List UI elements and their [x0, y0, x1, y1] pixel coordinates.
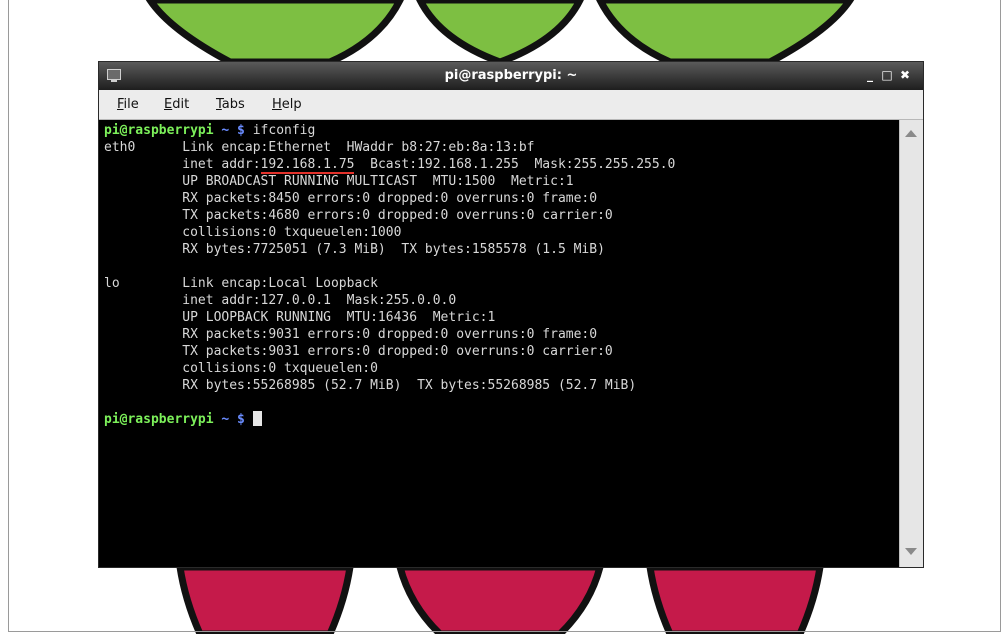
prompt-path: ~ $	[221, 412, 245, 427]
window-titlebar[interactable]: pi@raspberrypi: ~ _ □ ✖	[99, 62, 923, 90]
menu-tabs[interactable]: Tabs	[216, 97, 245, 112]
output-line: TX packets:4680 errors:0 dropped:0 overr…	[104, 208, 613, 223]
output-line: lo Link encap:Local Loopback	[104, 276, 378, 291]
close-button[interactable]: ✖	[898, 68, 912, 82]
output-line: inet addr:127.0.0.1 Mask:255.0.0.0	[104, 293, 457, 308]
menu-edit-mnemonic: E	[164, 97, 173, 112]
window-title: pi@raspberrypi: ~	[444, 68, 578, 83]
terminal-window[interactable]: pi@raspberrypi: ~ _ □ ✖ File Edit Tabs H…	[99, 62, 923, 567]
prompt-path: ~ $	[221, 123, 245, 138]
output-line: RX bytes:55268985 (52.7 MiB) TX bytes:55…	[104, 378, 637, 393]
output-line: eth0 Link encap:Ethernet HWaddr b8:27:eb…	[104, 140, 535, 155]
menu-tabs-label: abs	[221, 97, 245, 112]
output-line: RX bytes:7725051 (7.3 MiB) TX bytes:1585…	[104, 242, 605, 257]
ip-prefix: inet addr:	[104, 157, 261, 172]
berry-left	[175, 563, 355, 634]
output-line: UP BROADCAST RUNNING MULTICAST MTU:1500 …	[104, 174, 574, 189]
prompt-user: pi@raspberrypi	[104, 412, 214, 427]
menu-file-label: ile	[123, 97, 139, 112]
output-line: TX packets:9031 errors:0 dropped:0 overr…	[104, 344, 613, 359]
maximize-button[interactable]: □	[880, 68, 894, 82]
highlighted-ip-address: 192.168.1.75	[260, 157, 355, 174]
output-line: collisions:0 txqueuelen:1000	[104, 225, 402, 240]
prompt-user: pi@raspberrypi	[104, 123, 214, 138]
leaf-left	[145, 0, 404, 66]
output-line: RX packets:8450 errors:0 dropped:0 overr…	[104, 191, 598, 206]
menu-file[interactable]: File	[117, 97, 139, 112]
menu-edit[interactable]: Edit	[164, 97, 189, 112]
typed-command: ifconfig	[252, 123, 316, 138]
scroll-up-arrow-icon[interactable]	[905, 130, 917, 137]
prompt-line-command: pi@raspberrypi ~ $ ifconfig	[104, 122, 315, 139]
leaf-right	[596, 0, 855, 66]
terminal-output[interactable]: pi@raspberrypi ~ $ ifconfig eth0 Link en…	[99, 120, 899, 567]
leaf-center	[416, 0, 584, 66]
prompt-line-current: pi@raspberrypi ~ $	[104, 411, 262, 428]
ip-suffix: Bcast:192.168.1.255 Mask:255.255.255.0	[354, 157, 676, 172]
berry-center	[395, 563, 605, 634]
menu-edit-label: dit	[172, 97, 190, 112]
output-line: collisions:0 txqueuelen:0	[104, 361, 378, 376]
raspberry-leaves	[145, 0, 855, 66]
menu-bar: File Edit Tabs Help	[99, 90, 923, 120]
output-line: RX packets:9031 errors:0 dropped:0 overr…	[104, 327, 598, 342]
berry-right	[645, 563, 825, 634]
menu-help-label: elp	[281, 97, 302, 112]
output-line: UP LOOPBACK RUNNING MTU:16436 Metric:1	[104, 310, 496, 325]
menu-help-mnemonic: H	[272, 97, 282, 112]
scroll-down-arrow-icon[interactable]	[905, 548, 917, 555]
output-line-ip: inet addr:192.168.1.75 Bcast:192.168.1.2…	[104, 156, 676, 174]
text-cursor	[252, 411, 262, 426]
minimize-button[interactable]: _	[863, 68, 877, 82]
raspberry-berries	[175, 563, 825, 634]
menu-help[interactable]: Help	[272, 97, 302, 112]
vertical-scrollbar[interactable]	[899, 120, 923, 567]
